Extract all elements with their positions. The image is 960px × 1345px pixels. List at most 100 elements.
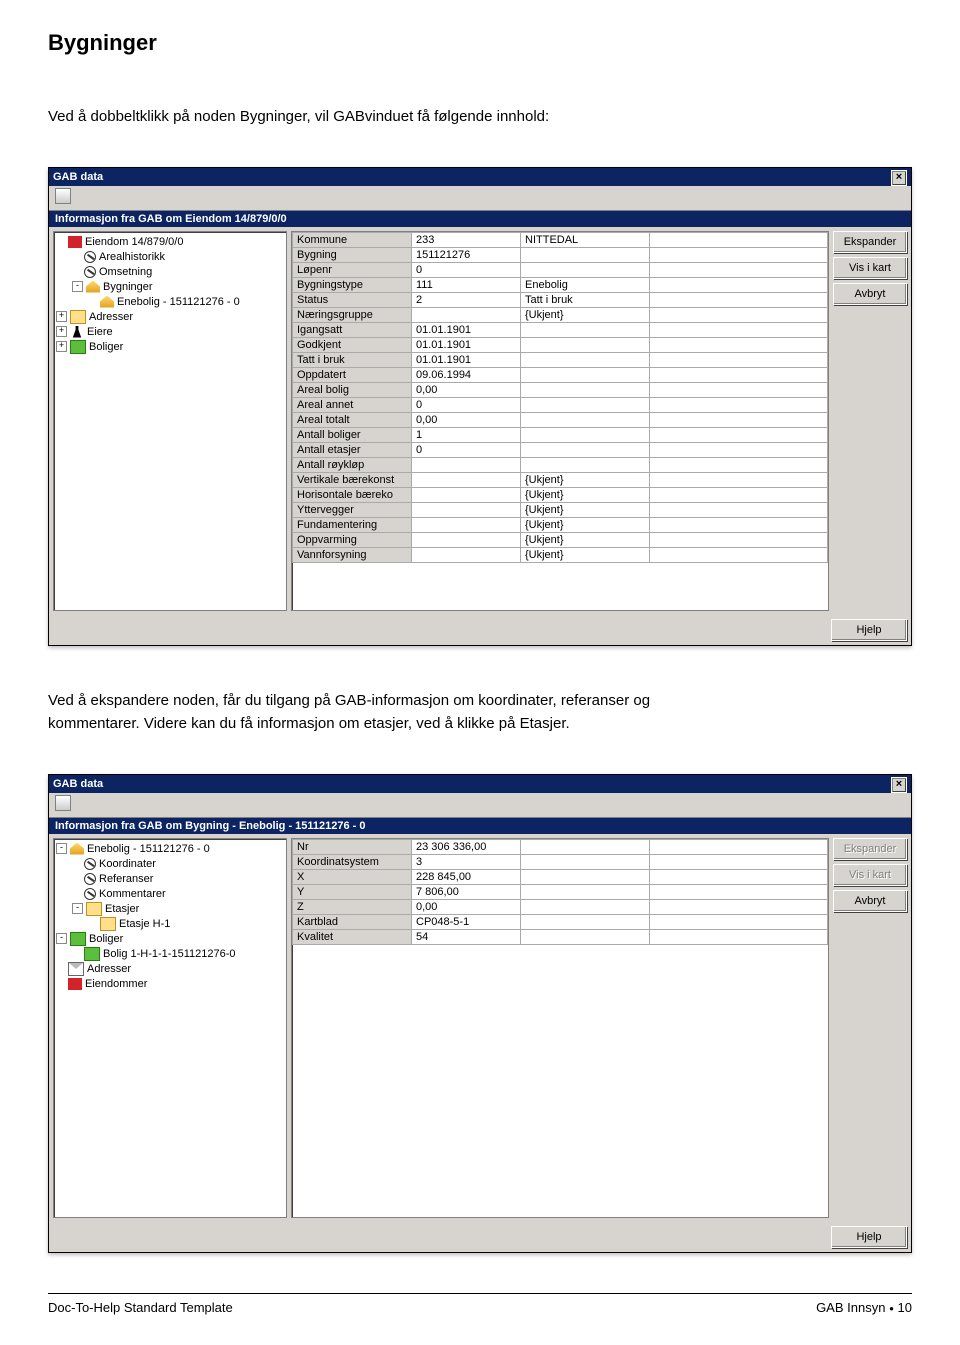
table-row: Y7 806,00: [293, 885, 828, 900]
property-value-2: Enebolig: [521, 278, 650, 293]
property-value-1: 111: [412, 278, 521, 293]
tree-item[interactable]: Enebolig - 151121276 - 0: [56, 294, 284, 309]
tree-item[interactable]: Eiendom 14/879/0/0: [56, 234, 284, 249]
property-value-2: [521, 855, 650, 870]
property-value-2: {Ukjent}: [521, 488, 650, 503]
tree-item[interactable]: Referanser: [56, 871, 284, 886]
tree-item[interactable]: +Adresser: [56, 309, 284, 324]
property-value-1: CP048-5-1: [412, 915, 521, 930]
tree-item[interactable]: - Enebolig - 151121276 - 0: [56, 841, 284, 856]
copy-icon[interactable]: [55, 188, 71, 204]
close-icon[interactable]: ×: [891, 170, 907, 186]
table-row: X228 845,00: [293, 870, 828, 885]
tree-item[interactable]: Koordinater: [56, 856, 284, 871]
tree-item-label: Kommentarer: [99, 888, 166, 900]
tree-item[interactable]: Bolig 1-H-1-1-151121276-0: [56, 946, 284, 961]
tree-item[interactable]: -Etasjer: [56, 901, 284, 916]
tree-item-label: Referanser: [99, 873, 153, 885]
tree-item[interactable]: +Eiere: [56, 324, 284, 339]
tree-item[interactable]: Etasje H-1: [56, 916, 284, 931]
tree-item[interactable]: +Boliger: [56, 339, 284, 354]
ekspander-button[interactable]: Ekspander: [833, 838, 907, 860]
collapse-icon[interactable]: -: [72, 903, 83, 914]
tree-spacer: [72, 252, 81, 261]
property-empty: [650, 930, 828, 945]
tree-spacer: [56, 237, 65, 246]
property-value-1: 228 845,00: [412, 870, 521, 885]
property-key: Tatt i bruk: [293, 353, 412, 368]
window-title: GAB data: [53, 168, 103, 186]
tree-item[interactable]: -Bygninger: [56, 279, 284, 294]
avbryt-button[interactable]: Avbryt: [833, 283, 907, 305]
tree-spacer: [72, 949, 81, 958]
tree-pane[interactable]: - Enebolig - 151121276 - 0Koordinater Refe…: [53, 838, 287, 1218]
property-empty: [650, 248, 828, 263]
property-value-2: [521, 428, 650, 443]
table-row: Yttervegger{Ukjent}: [293, 503, 828, 518]
toolbar: [49, 186, 911, 211]
property-value-2: {Ukjent}: [521, 533, 650, 548]
collapse-icon[interactable]: -: [56, 933, 67, 944]
tree-pane[interactable]: Eiendom 14/879/0/0ArealhistorikkOmsetnin…: [53, 231, 287, 611]
footer-left: Doc-To-Help Standard Template: [48, 1300, 233, 1315]
node-icon: [84, 873, 96, 885]
property-value-2: [521, 443, 650, 458]
avbryt-button[interactable]: Avbryt: [833, 890, 907, 912]
table-row: Igangsatt01.01.1901: [293, 323, 828, 338]
tree-spacer: [72, 859, 81, 868]
property-value-1: 1: [412, 428, 521, 443]
property-value-1: 0: [412, 443, 521, 458]
property-empty: [650, 900, 828, 915]
node-icon: [84, 888, 96, 900]
property-empty: [650, 915, 828, 930]
tree-item-label: Enebolig - 151121276 - 0: [87, 843, 210, 855]
vis-i-kart-button[interactable]: Vis i kart: [833, 257, 907, 279]
expand-icon[interactable]: +: [56, 311, 67, 322]
copy-icon[interactable]: [55, 795, 71, 811]
hjelp-button[interactable]: Hjelp: [831, 619, 907, 641]
property-key: Yttervegger: [293, 503, 412, 518]
property-empty: [650, 503, 828, 518]
property-value-1: 0,00: [412, 900, 521, 915]
property-empty: [650, 533, 828, 548]
table-row: Z0,00: [293, 900, 828, 915]
property-value-2: [521, 398, 650, 413]
property-value-2: [521, 930, 650, 945]
tree-item[interactable]: -Boliger: [56, 931, 284, 946]
hjelp-button[interactable]: Hjelp: [831, 1226, 907, 1248]
tree-spacer: [72, 874, 81, 883]
ekspander-button[interactable]: Ekspander: [833, 231, 907, 253]
property-value-2: [521, 263, 650, 278]
property-empty: [650, 840, 828, 855]
collapse-icon[interactable]: -: [56, 843, 67, 854]
table-row: Areal bolig0,00: [293, 383, 828, 398]
table-row: Antall boliger1: [293, 428, 828, 443]
table-row: Tatt i bruk01.01.1901: [293, 353, 828, 368]
tree-item[interactable]: Eiendommer: [56, 976, 284, 991]
property-empty: [650, 398, 828, 413]
tree-item[interactable]: Omsetning: [56, 264, 284, 279]
node-icon: [86, 902, 102, 916]
property-empty: [650, 278, 828, 293]
vis-i-kart-button[interactable]: Vis i kart: [833, 864, 907, 886]
table-row: Horisontale bæreko{Ukjent}: [293, 488, 828, 503]
node-icon: [68, 236, 82, 248]
tree-spacer: [88, 297, 97, 306]
property-value-1: 3: [412, 855, 521, 870]
property-key: Antall etasjer: [293, 443, 412, 458]
tree-item[interactable]: Arealhistorikk: [56, 249, 284, 264]
property-empty: [650, 308, 828, 323]
property-key: Kommune: [293, 233, 412, 248]
table-row: Areal totalt0,00: [293, 413, 828, 428]
property-empty: [650, 458, 828, 473]
close-icon[interactable]: ×: [891, 777, 907, 793]
expand-icon[interactable]: +: [56, 341, 67, 352]
property-value-1: [412, 473, 521, 488]
collapse-icon[interactable]: -: [72, 281, 83, 292]
property-empty: [650, 323, 828, 338]
tree-item[interactable]: Kommentarer: [56, 886, 284, 901]
property-key: Bygning: [293, 248, 412, 263]
property-empty: [650, 233, 828, 248]
tree-item[interactable]: Adresser: [56, 961, 284, 976]
expand-icon[interactable]: +: [56, 326, 67, 337]
